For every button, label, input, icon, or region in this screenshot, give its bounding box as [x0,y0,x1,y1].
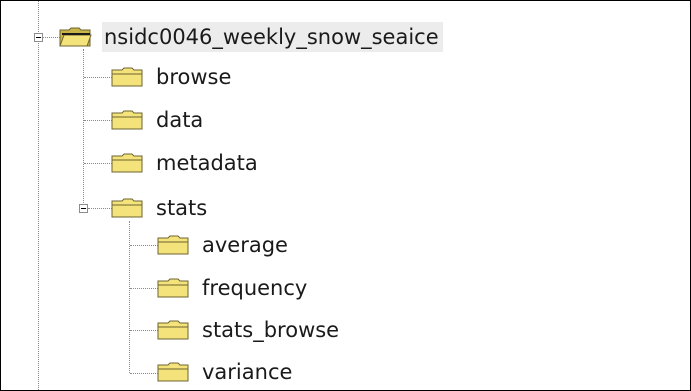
tree-connector-line [130,245,158,246]
folder-icon [111,152,144,174]
folder-icon [111,66,144,88]
tree-connector-line [130,373,158,374]
tree-node-metadata[interactable]: metadata [111,148,262,178]
tree-node-variance[interactable]: variance [157,357,296,387]
tree-connector-line [130,288,158,289]
folder-icon [157,319,190,341]
tree-connector-line [129,221,130,373]
folder-tree-panel: nsidc0046_weekly_snow_seaice browse data… [0,0,691,391]
tree-node-label: stats [156,196,208,220]
tree-node-average[interactable]: average [157,230,292,260]
tree-connector-line [42,37,60,38]
tree-node-data[interactable]: data [111,105,207,135]
tree-connector-line [88,208,112,209]
tree-connector-line [84,77,112,78]
folder-icon [157,234,190,256]
tree-connector-line [84,120,112,121]
tree-node-frequency[interactable]: frequency [157,273,311,303]
tree-node-label: browse [156,65,232,89]
folder-tree: nsidc0046_weekly_snow_seaice browse data… [1,1,690,390]
tree-node-label: stats_browse [202,318,340,342]
tree-node-stats-browse[interactable]: stats_browse [157,315,343,345]
folder-open-icon [59,26,92,48]
folder-icon [111,197,144,219]
tree-node-label: average [202,233,288,257]
tree-connector-line [130,330,158,331]
tree-node-label: frequency [202,276,308,300]
folder-icon [157,277,190,299]
tree-connector-line [83,49,84,209]
collapse-toggle-root[interactable] [34,33,43,42]
tree-node-browse[interactable]: browse [111,62,235,92]
tree-node-stats[interactable]: stats [111,193,211,223]
tree-connector-line [38,1,39,390]
tree-node-root[interactable]: nsidc0046_weekly_snow_seaice [59,22,443,52]
folder-icon [111,109,144,131]
tree-node-label: metadata [156,151,258,175]
tree-node-label: data [156,108,204,132]
tree-node-label: nsidc0046_weekly_snow_seaice [102,22,443,52]
folder-icon [157,361,190,383]
tree-node-label: variance [202,360,293,384]
collapse-toggle-stats[interactable] [79,204,88,213]
tree-connector-line [84,163,112,164]
